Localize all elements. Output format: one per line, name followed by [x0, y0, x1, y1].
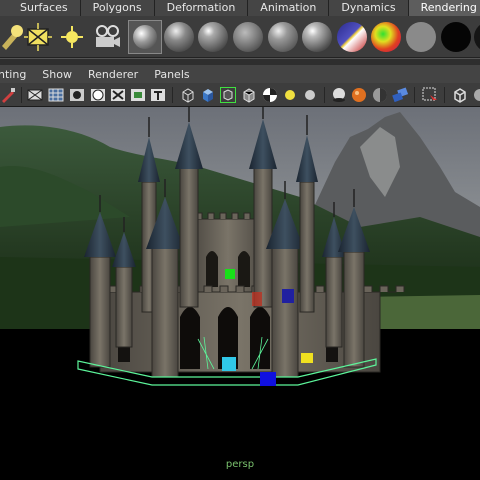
- toolbar-separator: [414, 87, 415, 103]
- wireframe-cube-icon[interactable]: [180, 87, 196, 103]
- maya-window: Surfaces Polygons Deformation Animation …: [0, 0, 480, 480]
- toolbar-separator: [444, 87, 445, 103]
- shelf-tab-surfaces[interactable]: Surfaces: [0, 0, 81, 16]
- shelf-tab-polygons[interactable]: Polygons: [80, 0, 155, 16]
- menu-panels[interactable]: Panels: [146, 68, 197, 81]
- locator-navy: [282, 289, 294, 303]
- text-icon[interactable]: [150, 87, 166, 103]
- locator-yellow: [301, 353, 313, 363]
- toolbar-separator: [172, 87, 173, 103]
- phong-e-shader-icon[interactable]: [266, 20, 300, 54]
- panel-toolbar: [0, 83, 480, 107]
- directional-light-icon[interactable]: [21, 20, 55, 54]
- camera-name-label: persp: [225, 459, 255, 470]
- shading-extra-icon[interactable]: [472, 20, 480, 54]
- toolbar-separator: [324, 87, 325, 103]
- point-light-icon[interactable]: [55, 20, 89, 54]
- textured-cube-icon[interactable]: [241, 87, 257, 103]
- locator-green: [225, 269, 235, 279]
- toolbar-separator: [21, 87, 22, 103]
- phong-shader-icon[interactable]: [196, 20, 230, 54]
- shadows-icon[interactable]: [331, 87, 347, 103]
- rendering-shelf: [0, 16, 480, 58]
- panel-menu-bar: nting Show Renderer Panels: [0, 65, 480, 83]
- screen-ambient-occlusion-icon[interactable]: [351, 87, 367, 103]
- locator-cyan: [222, 357, 236, 371]
- menu-lighting[interactable]: nting: [0, 68, 34, 81]
- anti-aliasing-icon[interactable]: [392, 87, 408, 103]
- shaded-cube-icon[interactable]: [200, 87, 216, 103]
- locator-blue: [260, 372, 276, 386]
- image-plane-icon[interactable]: [130, 87, 146, 103]
- default-light-icon[interactable]: [302, 87, 318, 103]
- menu-show[interactable]: Show: [34, 68, 80, 81]
- checker-icon[interactable]: [262, 87, 278, 103]
- blinn-shader-icon[interactable]: [162, 20, 196, 54]
- shelf-tab-deformation[interactable]: Deformation: [154, 0, 249, 16]
- isolate-select-icon[interactable]: [422, 87, 438, 103]
- scene-render: [0, 107, 480, 480]
- grid-icon[interactable]: [48, 87, 64, 103]
- xray-cube-icon[interactable]: [452, 87, 468, 103]
- shelf-tab-rendering[interactable]: Rendering: [408, 0, 480, 16]
- perspective-viewport[interactable]: persp: [0, 107, 480, 480]
- motion-blur-icon[interactable]: [372, 87, 388, 103]
- menu-renderer[interactable]: Renderer: [80, 68, 146, 81]
- surface-shader-icon[interactable]: [335, 20, 369, 54]
- xray-joints-icon[interactable]: [472, 87, 480, 103]
- shelf-divider: [0, 58, 480, 65]
- camera-icon[interactable]: [90, 20, 124, 54]
- layered-shader-icon[interactable]: [404, 20, 438, 54]
- locator-red: [252, 292, 262, 306]
- render-sphere-icon[interactable]: [128, 20, 162, 54]
- bounding-box-icon[interactable]: [90, 87, 106, 103]
- smooth-shade-icon[interactable]: [69, 87, 85, 103]
- shading-black-icon[interactable]: [439, 20, 473, 54]
- select-camera-icon[interactable]: [0, 87, 16, 103]
- lambert-shader-icon[interactable]: [231, 20, 265, 54]
- anisotropic-shader-icon[interactable]: [300, 20, 334, 54]
- wireframe-on-shaded-icon[interactable]: [220, 87, 236, 103]
- all-lights-icon[interactable]: [282, 87, 298, 103]
- shelf-tab-animation[interactable]: Animation: [248, 0, 330, 16]
- ramp-shader-icon[interactable]: [369, 20, 403, 54]
- shelf-tab-dynamics[interactable]: Dynamics: [329, 0, 409, 16]
- wireframe-icon[interactable]: [27, 87, 43, 103]
- texture-icon[interactable]: [110, 87, 126, 103]
- shelf-tab-bar: Surfaces Polygons Deformation Animation …: [0, 0, 480, 16]
